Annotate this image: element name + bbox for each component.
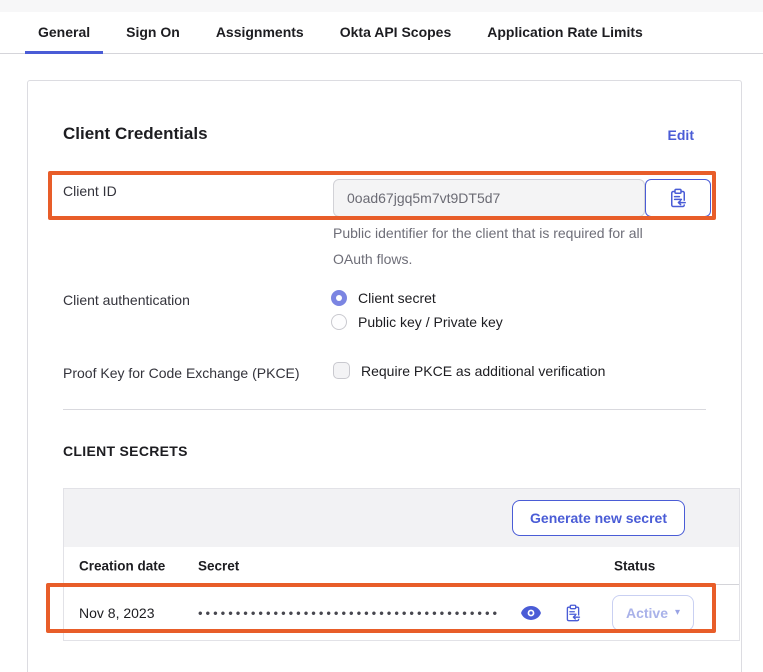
secret-table-row: Nov 8, 2023 ••••••••••••••••••••••••••••…	[64, 585, 739, 640]
client-secrets-heading: CLIENT SECRETS	[63, 443, 188, 459]
radio-option-public-private-key[interactable]: Public key / Private key	[331, 314, 503, 330]
pkce-label: Proof Key for Code Exchange (PKCE)	[63, 365, 300, 381]
radio-selected-icon[interactable]	[331, 290, 347, 306]
masked-secret-cell: ••••••••••••••••••••••••••••••••••••••••	[198, 605, 500, 620]
generate-new-secret-button[interactable]: Generate new secret	[512, 500, 685, 536]
client-id-label: Client ID	[63, 183, 117, 199]
copy-client-id-button[interactable]	[645, 179, 711, 217]
tab-assignments[interactable]: Assignments	[203, 12, 317, 54]
client-secrets-table: Generate new secret Creation date Secret…	[63, 488, 740, 641]
client-authentication-label: Client authentication	[63, 292, 190, 308]
radio-unselected-icon[interactable]	[331, 314, 347, 330]
client-authentication-options: Client secret Public key / Private key	[331, 290, 503, 330]
section-divider	[63, 409, 706, 410]
column-header-secret: Secret	[198, 558, 239, 573]
tab-sign-on[interactable]: Sign On	[113, 12, 193, 54]
pkce-checkbox[interactable]	[333, 362, 350, 379]
tab-application-rate-limits[interactable]: Application Rate Limits	[474, 12, 656, 54]
table-toolbar: Generate new secret	[64, 489, 739, 547]
column-header-creation-date: Creation date	[79, 558, 165, 573]
status-label: Active	[626, 605, 668, 621]
chevron-down-icon: ▾	[675, 607, 680, 618]
tab-okta-api-scopes[interactable]: Okta API Scopes	[327, 12, 465, 54]
edit-button[interactable]: Edit	[668, 127, 694, 143]
creation-date-cell: Nov 8, 2023	[79, 605, 155, 621]
tab-bar: General Sign On Assignments Okta API Sco…	[0, 12, 763, 54]
radio-option-client-secret[interactable]: Client secret	[331, 290, 503, 306]
client-id-input[interactable]: 0oad67jgq5m7vt9DT5d7	[333, 179, 645, 217]
status-dropdown-button[interactable]: Active ▾	[612, 595, 694, 631]
clipboard-copy-icon	[564, 604, 582, 622]
client-id-help-text: Public identifier for the client that is…	[333, 220, 678, 272]
section-title: Client Credentials	[63, 124, 208, 144]
radio-option-label: Client secret	[358, 290, 436, 306]
table-header: Creation date Secret Status	[64, 547, 739, 585]
pkce-option-row[interactable]: Require PKCE as additional verification	[333, 362, 605, 379]
radio-option-label: Public key / Private key	[358, 314, 503, 330]
top-strip	[0, 0, 763, 12]
tab-general[interactable]: General	[25, 12, 103, 54]
reveal-secret-button[interactable]	[521, 603, 541, 623]
client-credentials-card: Client Credentials Edit Client ID 0oad67…	[27, 80, 742, 672]
column-header-status: Status	[614, 558, 655, 573]
eye-icon	[521, 606, 541, 620]
copy-secret-button[interactable]	[563, 603, 583, 623]
okta-app-settings-page: General Sign On Assignments Okta API Sco…	[0, 0, 763, 672]
pkce-option-label: Require PKCE as additional verification	[361, 363, 605, 379]
clipboard-copy-icon	[668, 188, 688, 208]
